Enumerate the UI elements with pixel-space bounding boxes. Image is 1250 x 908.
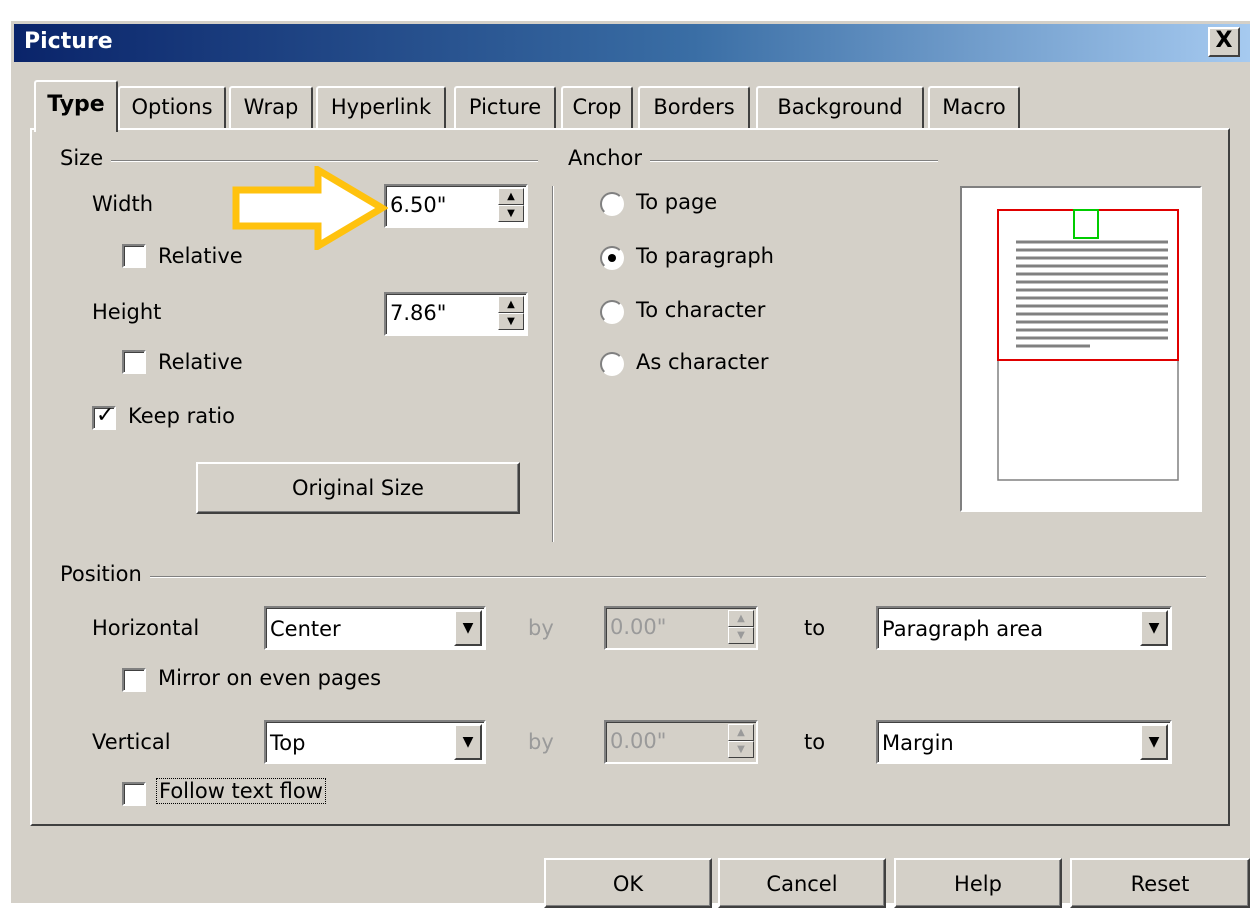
original-size-button[interactable]: Original Size — [196, 462, 520, 514]
spin-down-icon[interactable]: ▼ — [498, 205, 524, 222]
spin-down-icon[interactable]: ▼ — [728, 741, 754, 758]
close-button[interactable]: X — [1208, 27, 1240, 57]
dialog-title: Picture — [24, 29, 113, 54]
height-spinbox[interactable]: 7.86" ▲ ▼ — [384, 292, 528, 336]
title-bar — [14, 24, 1250, 62]
spin-up-icon[interactable]: ▲ — [728, 724, 754, 741]
height-label: Height — [92, 300, 162, 324]
spin-down-icon[interactable]: ▼ — [728, 627, 754, 644]
anchor-to-page-label: To page — [636, 190, 718, 214]
anchor-preview — [960, 186, 1202, 512]
close-icon: X — [1215, 28, 1233, 53]
tab-options[interactable]: Options — [118, 86, 226, 128]
size-group-divider — [64, 160, 538, 162]
anchor-group-label: Anchor — [568, 146, 651, 170]
width-spinbox[interactable]: 6.50" ▲ ▼ — [384, 184, 528, 228]
anchor-to-paragraph-radio[interactable] — [600, 246, 624, 270]
horizontal-to-label: to — [804, 616, 826, 640]
dropdown-arrow-icon[interactable]: ▼ — [454, 724, 482, 760]
position-group-label: Position — [60, 562, 150, 586]
page-preview-icon — [997, 209, 1179, 481]
spin-up-icon[interactable]: ▲ — [498, 296, 524, 313]
anchor-to-character-label: To character — [636, 298, 766, 322]
width-value: 6.50" — [390, 193, 447, 217]
height-relative-checkbox[interactable] — [122, 350, 146, 374]
width-relative-checkbox[interactable] — [122, 244, 146, 268]
position-group-divider — [64, 576, 1206, 578]
vertical-select[interactable]: Top ▼ — [264, 720, 486, 764]
tab-picture[interactable]: Picture — [454, 86, 556, 128]
vertical-label: Vertical — [92, 730, 171, 754]
horizontal-by-spinbox[interactable]: 0.00" ▲ ▼ — [604, 606, 758, 650]
anchor-to-paragraph-label: To paragraph — [636, 244, 774, 268]
help-button[interactable]: Help — [894, 858, 1062, 908]
tab-hyperlink[interactable]: Hyperlink — [316, 86, 446, 128]
anchor-as-character-radio[interactable] — [600, 352, 624, 376]
follow-text-flow-checkbox[interactable] — [122, 782, 146, 806]
height-value: 7.86" — [390, 301, 447, 325]
keep-ratio-label: Keep ratio — [128, 404, 235, 428]
spin-up-icon[interactable]: ▲ — [728, 610, 754, 627]
keep-ratio-checkbox[interactable]: ✓ — [92, 403, 116, 430]
section-divider — [552, 186, 554, 542]
horizontal-select[interactable]: Center ▼ — [264, 606, 486, 650]
spin-up-icon[interactable]: ▲ — [498, 188, 524, 205]
cancel-button[interactable]: Cancel — [718, 858, 886, 908]
size-group-label: Size — [60, 146, 112, 170]
vertical-to-label: to — [804, 730, 826, 754]
spin-down-icon[interactable]: ▼ — [498, 313, 524, 330]
tab-macro[interactable]: Macro — [928, 86, 1020, 128]
vertical-select-value: Top — [270, 731, 306, 755]
vertical-by-label: by — [528, 730, 554, 754]
checkmark-icon: ✓ — [96, 403, 115, 428]
horizontal-label: Horizontal — [92, 616, 200, 640]
tab-crop[interactable]: Crop — [561, 86, 633, 128]
anchor-to-page-radio[interactable] — [600, 192, 624, 216]
anchor-as-character-label: As character — [636, 350, 769, 374]
horizontal-to-select-value: Paragraph area — [882, 617, 1044, 641]
anchor-to-character-radio[interactable] — [600, 300, 624, 324]
vertical-by-spinbox[interactable]: 0.00" ▲ ▼ — [604, 720, 758, 764]
tab-background[interactable]: Background — [756, 86, 924, 128]
height-relative-label: Relative — [158, 350, 243, 374]
dropdown-arrow-icon[interactable]: ▼ — [454, 610, 482, 646]
horizontal-to-select[interactable]: Paragraph area ▼ — [876, 606, 1172, 650]
tab-wrap[interactable]: Wrap — [229, 86, 313, 128]
vertical-by-value: 0.00" — [610, 729, 667, 753]
tab-type[interactable]: Type — [34, 80, 118, 132]
horizontal-select-value: Center — [270, 617, 341, 641]
vertical-to-select[interactable]: Margin ▼ — [876, 720, 1172, 764]
reset-button[interactable]: Reset — [1070, 858, 1250, 908]
horizontal-by-value: 0.00" — [610, 615, 667, 639]
follow-text-flow-label: Follow text flow — [156, 778, 326, 804]
mirror-even-pages-checkbox[interactable] — [122, 668, 146, 692]
dropdown-arrow-icon[interactable]: ▼ — [1140, 610, 1168, 646]
vertical-to-select-value: Margin — [882, 731, 954, 755]
width-label: Width — [92, 192, 154, 216]
mirror-even-pages-label: Mirror on even pages — [158, 666, 382, 690]
tab-borders[interactable]: Borders — [638, 86, 750, 128]
dropdown-arrow-icon[interactable]: ▼ — [1140, 724, 1168, 760]
ok-button[interactable]: OK — [544, 858, 712, 908]
width-relative-label: Relative — [158, 244, 243, 268]
radio-selected-dot — [608, 254, 616, 262]
horizontal-by-label: by — [528, 616, 554, 640]
annotation-arrow-icon — [232, 166, 388, 250]
